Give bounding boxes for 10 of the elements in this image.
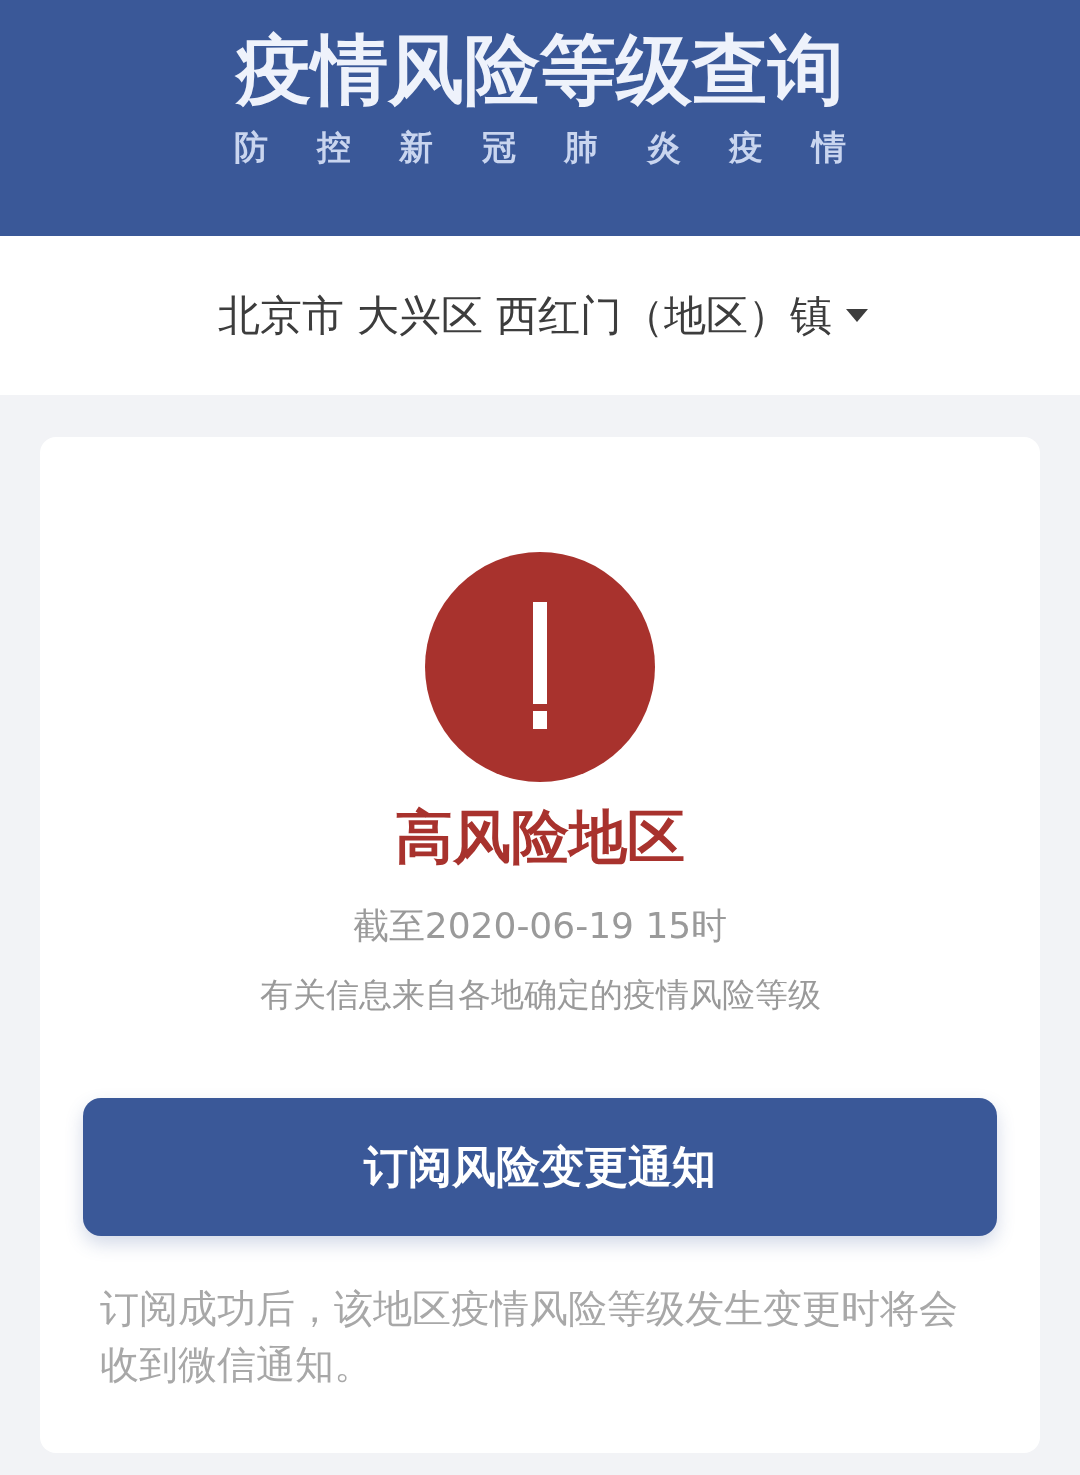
caret-icon [846,309,869,322]
subscription-note: 订阅成功后，该地区疫情风险等级发生变更时将会收到微信通知。 [100,1285,959,1389]
risk-level-label: 高风险地区 [395,808,685,866]
source-note: 有关信息来自各地确定的疫情风险等级 [259,978,821,1011]
page-title: 疫情风险等级查询 [236,32,844,108]
page-subtitle: 防 控 新 冠 肺 炎 疫 情 [234,130,846,164]
location-dropdown[interactable]: 北京市 大兴区 西红门（地区）镇 [217,294,869,337]
as-of-time: 截至2020-06-19 15时 [352,908,728,944]
exclamation-icon [425,552,655,782]
subscribe-button[interactable]: 订阅风险变更通知 [83,1098,997,1236]
